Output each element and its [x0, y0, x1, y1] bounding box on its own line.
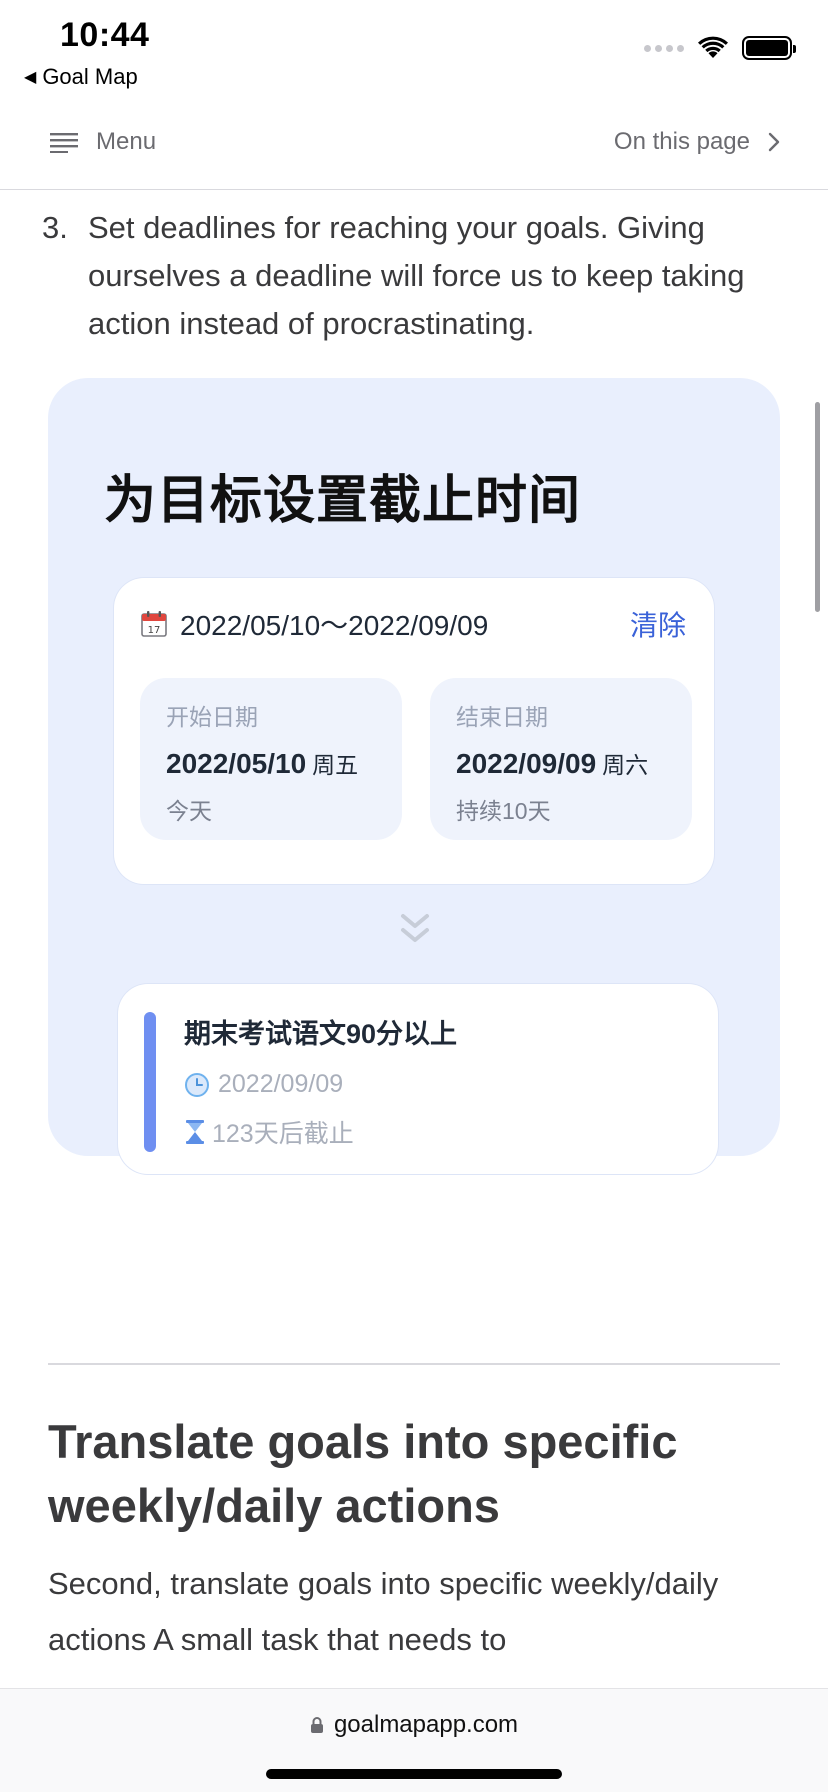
goal-date-row: 2022/09/09 — [184, 1070, 343, 1099]
list-item: 3. Set deadlines for reaching your goals… — [42, 204, 782, 348]
status-time: 10:44 — [60, 16, 150, 54]
start-date-box[interactable]: 开始日期 2022/05/10 周五 今天 — [140, 678, 402, 840]
menu-label: Menu — [96, 128, 157, 155]
date-range-text: 2022/05/10～2022/09/09 — [180, 610, 489, 641]
hourglass-icon — [186, 1120, 204, 1144]
end-weekday: 周六 — [602, 752, 649, 778]
clear-button[interactable]: 清除 — [630, 604, 686, 644]
goal-date: 2022/09/09 — [218, 1070, 344, 1098]
scroll-indicator[interactable] — [815, 402, 820, 612]
status-indicators — [644, 36, 796, 60]
end-date-label: 结束日期 — [456, 704, 548, 730]
status-bar: 10:44 ◀ Goal Map — [0, 0, 828, 100]
goal-title: 期末考试语文90分以上 — [184, 1019, 458, 1049]
address-bar[interactable]: goalmapapp.com — [0, 1711, 828, 1739]
start-weekday: 周五 — [312, 752, 359, 778]
list-item-text: Set deadlines for reaching your goals. G… — [88, 210, 745, 341]
docs-navbar: Menu On this page — [0, 100, 828, 190]
start-date-note: 今天 — [166, 798, 212, 824]
section-paragraph: Second, translate goals into specific we… — [48, 1566, 719, 1657]
back-triangle-icon: ◀ — [24, 69, 37, 86]
illustration-title: 为目标设置截止时间 — [104, 472, 582, 530]
calendar-icon: 17 — [141, 611, 167, 637]
list-item-number: 3. — [42, 210, 68, 245]
end-date-box[interactable]: 结束日期 2022/09/09 周六 持续10天 — [430, 678, 692, 840]
url-text: goalmapapp.com — [333, 1711, 519, 1738]
end-date-note: 持续10天 — [456, 798, 551, 824]
start-date-label: 开始日期 — [166, 704, 258, 730]
start-date-value: 2022/05/10 周五 — [166, 748, 359, 779]
goal-accent-bar — [144, 1012, 156, 1152]
back-app-label: Goal Map — [42, 64, 138, 89]
wifi-icon — [698, 36, 728, 58]
chevron-right-icon — [768, 132, 780, 152]
clock-icon — [185, 1072, 209, 1097]
back-to-app-link[interactable]: ◀ Goal Map — [24, 64, 138, 90]
cellular-signal-icon — [644, 44, 684, 52]
deadline-illustration: 为目标设置截止时间 17 2022/05/10～2022/09/09 清除 开始… — [48, 378, 780, 1174]
home-indicator[interactable] — [266, 1769, 562, 1779]
on-this-page-button[interactable]: On this page — [614, 128, 780, 156]
end-date-value: 2022/09/09 周六 — [456, 748, 649, 779]
on-this-page-label: On this page — [613, 128, 750, 155]
section-heading: Translate goals into specific weekly/dai… — [48, 1415, 678, 1532]
date-range-card: 17 2022/05/10～2022/09/09 清除 开始日期 2022/05… — [114, 578, 714, 884]
browser-bottom-bar: goalmapapp.com — [0, 1688, 828, 1792]
goal-card[interactable]: 期末考试语文90分以上 2022/09/09 123天后截止 — [118, 984, 718, 1174]
hamburger-icon — [50, 133, 78, 153]
menu-button[interactable]: Menu — [50, 128, 156, 156]
svg-text:17: 17 — [148, 625, 161, 636]
goal-deadline: 123天后截止 — [212, 1120, 354, 1148]
date-range: 17 2022/05/10～2022/09/09 — [140, 604, 488, 644]
double-chevron-down-icon — [401, 914, 429, 942]
battery-icon — [742, 36, 796, 60]
goal-deadline-row: 123天后截止 — [184, 1114, 354, 1150]
section-divider — [48, 1363, 780, 1365]
lock-icon — [310, 1717, 323, 1733]
